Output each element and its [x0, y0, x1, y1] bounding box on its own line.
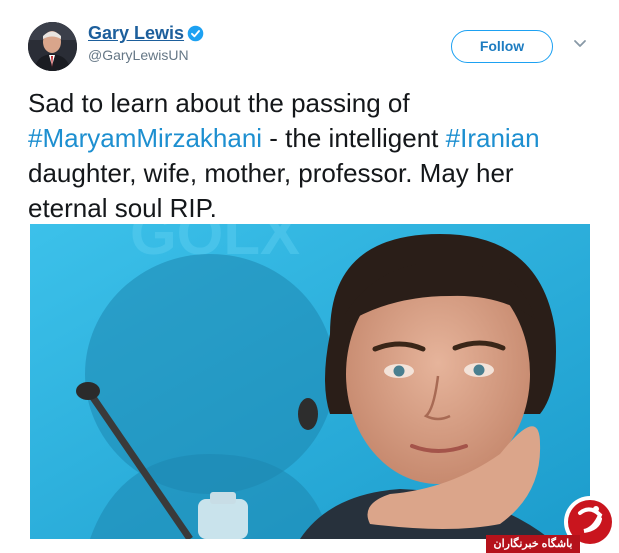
watermark-text: باشگاه خبرنگاران: [486, 535, 580, 553]
author-handle[interactable]: @GaryLewisUN: [88, 47, 189, 63]
tweet-text: Sad to learn about the passing of #Marya…: [28, 86, 608, 226]
tweet-photo[interactable]: GOLX: [30, 224, 590, 539]
hashtag-link[interactable]: #Iranian: [446, 123, 540, 153]
hashtag-link[interactable]: #MaryamMirzakhani: [28, 123, 262, 153]
author-name[interactable]: Gary Lewis: [88, 23, 184, 44]
follow-button[interactable]: Follow: [451, 30, 553, 63]
tweet-text-line: Sad to learn about the passing of: [28, 88, 410, 118]
avatar[interactable]: [28, 22, 77, 71]
tweet-text-line: eternal soul RIP.: [28, 193, 217, 223]
avatar-photo: [28, 22, 77, 71]
chevron-down-icon[interactable]: [573, 39, 587, 49]
verified-badge-icon: [187, 25, 204, 42]
portrait-image: GOLX: [30, 224, 590, 539]
tweet-text-line: daughter, wife, mother, professor. May h…: [28, 158, 514, 188]
tweet-text-segment: - the intelligent: [262, 123, 446, 153]
